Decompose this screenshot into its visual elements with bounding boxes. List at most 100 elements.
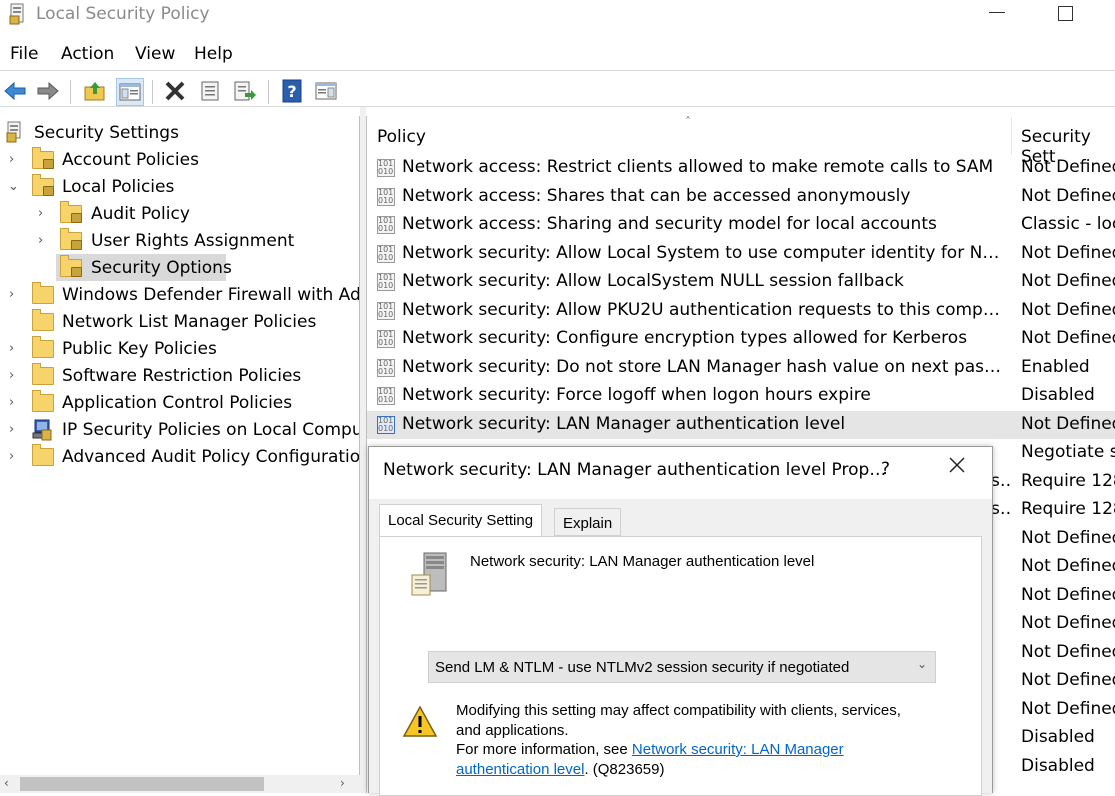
tree-item-advanced-audit-policy[interactable]: › Advanced Audit Policy Configuration [0,443,360,470]
lan-manager-level-select[interactable]: Send LM & NTLM - use NTLMv2 session secu… [428,651,936,683]
properties-icon[interactable] [197,78,223,104]
tab-local-security-setting[interactable]: Local Security Setting [379,504,543,537]
menu-view[interactable]: View [135,44,175,64]
locked-folder-icon [60,201,82,223]
warning-line: Modifying this setting may affect compat… [456,702,901,719]
tree-item-account-policies[interactable]: › Account Policies [0,146,359,173]
policy-setting: Not Defined [1021,414,1115,434]
close-button[interactable] [947,455,967,481]
scroll-left-icon[interactable]: ‹ [4,776,9,790]
scroll-right-icon[interactable]: › [340,776,345,790]
menu-file[interactable]: File [10,44,38,64]
show-hide-tree-icon[interactable] [116,78,144,106]
tab-explain[interactable]: Explain [554,508,622,536]
list-row[interactable]: 101 010 Network security: Allow LocalSyste… [367,268,1115,296]
list-row-selected[interactable]: 101 010 Network security: LAN Manager auth… [367,411,1115,439]
delete-icon[interactable] [162,78,188,104]
tree-item-application-control[interactable]: › Application Control Policies [0,389,359,416]
tree-label: Security Options [91,257,232,278]
help-button[interactable]: ? [881,459,890,479]
policy-name: Network security: Allow LocalSystem NULL… [402,271,904,291]
tree-item-security-options[interactable]: Security Options [56,254,232,281]
menu-divider [0,70,1115,71]
chevron-right-icon[interactable]: › [9,395,19,410]
tree-item-public-key-policies[interactable]: › Public Key Policies [0,335,359,362]
tree-item-local-policies[interactable]: ⌄ Local Policies [0,173,359,200]
policy-icon: 101 010 [377,302,395,320]
svg-text:?: ? [287,82,296,101]
tree-item-ip-security-policies[interactable]: › IP Security Policies on Local Computer [0,416,360,443]
policy-setting: Not Defined [1021,556,1115,576]
tree-label: IP Security Policies on Local Computer [62,419,360,440]
locked-folder-icon [60,228,82,250]
tree-label: Security Settings [34,122,179,143]
tree-item-network-list-manager[interactable]: Network List Manager Policies [0,308,359,335]
policy-setting: Not Defined [1021,670,1115,690]
policy-icon: 101 010 [377,416,395,434]
more-info-link[interactable]: authentication level [456,761,584,778]
tree-item-user-rights-assignment[interactable]: › User Rights Assignment [0,227,359,254]
list-row[interactable]: 101 010 Network access: Restrict clients a… [367,154,1115,182]
chevron-down-icon[interactable]: ⌄ [8,179,19,194]
policy-setting: Not Defined [1021,186,1115,206]
locked-folder-icon [60,255,82,277]
maximize-button[interactable] [1058,6,1073,21]
tree-item-windows-defender-firewall[interactable]: › Windows Defender Firewall with Advance… [0,281,360,308]
list-row[interactable]: 101 010 Network security: Allow Local Syst… [367,240,1115,268]
chevron-right-icon[interactable]: › [9,422,19,437]
chevron-right-icon[interactable]: › [9,449,19,464]
action-pane-icon[interactable] [313,78,339,104]
chevron-right-icon[interactable]: › [9,152,19,167]
export-list-icon[interactable] [232,78,258,104]
policy-icon: 101 010 [377,330,395,348]
policy-name: Network security: Do not store LAN Manag… [402,357,1007,377]
toolbar: ? [0,72,1115,108]
list-row[interactable]: 101 010 Network security: Do not store LAN… [367,354,1115,382]
tree-item-audit-policy[interactable]: › Audit Policy [0,200,359,227]
policy-setting: Not Defined [1021,243,1115,263]
policy-name: Network security: Configure encryption t… [402,328,968,348]
policy-setting: Disabled [1021,756,1095,776]
back-icon[interactable] [2,78,28,104]
menu-action[interactable]: Action [61,44,114,64]
policy-name: Network security: LAN Manager authentica… [402,414,846,434]
chevron-right-icon[interactable]: › [38,206,48,221]
scrollbar-thumb[interactable] [20,777,264,791]
list-row[interactable]: 101 010 Network access: Shares that can be… [367,183,1115,211]
more-info-link[interactable]: Network security: LAN Manager [632,741,844,758]
policy-setting: Not Defined [1021,642,1115,662]
policy-name: s… [991,471,1011,491]
minimize-button[interactable] [989,12,1005,13]
policy-name: Network security: Allow PKU2U authentica… [402,300,1007,320]
tree-root-security-settings[interactable]: Security Settings [0,119,359,146]
help-icon[interactable]: ? [279,78,305,104]
forward-icon[interactable] [35,78,61,104]
warning-icon [402,704,438,740]
chevron-down-icon[interactable]: ⌄ [917,657,927,671]
chevron-right-icon[interactable]: › [9,368,19,383]
folder-icon [32,309,54,331]
folder-icon [32,390,54,412]
up-folder-icon[interactable] [82,78,108,104]
list-row[interactable]: 101 010 Network security: Configure encryp… [367,325,1115,353]
menu-bar: File Action View Help [0,40,1115,70]
tree-label: Account Policies [62,149,199,170]
column-header-policy[interactable]: Policy [377,127,426,147]
tree-label: Advanced Audit Policy Configuration [62,446,360,467]
list-row[interactable]: 101 010 Network security: Force logoff whe… [367,382,1115,410]
tree-item-software-restriction[interactable]: › Software Restriction Policies [0,362,359,389]
folder-icon [32,444,54,466]
list-row[interactable]: 101 010 Network security: Allow PKU2U auth… [367,297,1115,325]
tree-label: Windows Defender Firewall with Advanced … [62,284,360,305]
menu-help[interactable]: Help [194,44,233,64]
policy-setting: Not Defined [1021,585,1115,605]
list-row[interactable]: 101 010 Network access: Sharing and securi… [367,211,1115,239]
policy-setting: Enabled [1021,357,1090,377]
chevron-right-icon[interactable]: › [9,341,19,356]
chevron-right-icon[interactable]: › [9,287,19,302]
column-divider[interactable] [1011,117,1012,155]
policy-setting: Not Defined [1021,528,1115,548]
warning-text: Modifying this setting may affect compat… [456,701,936,779]
chevron-right-icon[interactable]: › [38,233,48,248]
tree-label: Application Control Policies [62,392,293,413]
